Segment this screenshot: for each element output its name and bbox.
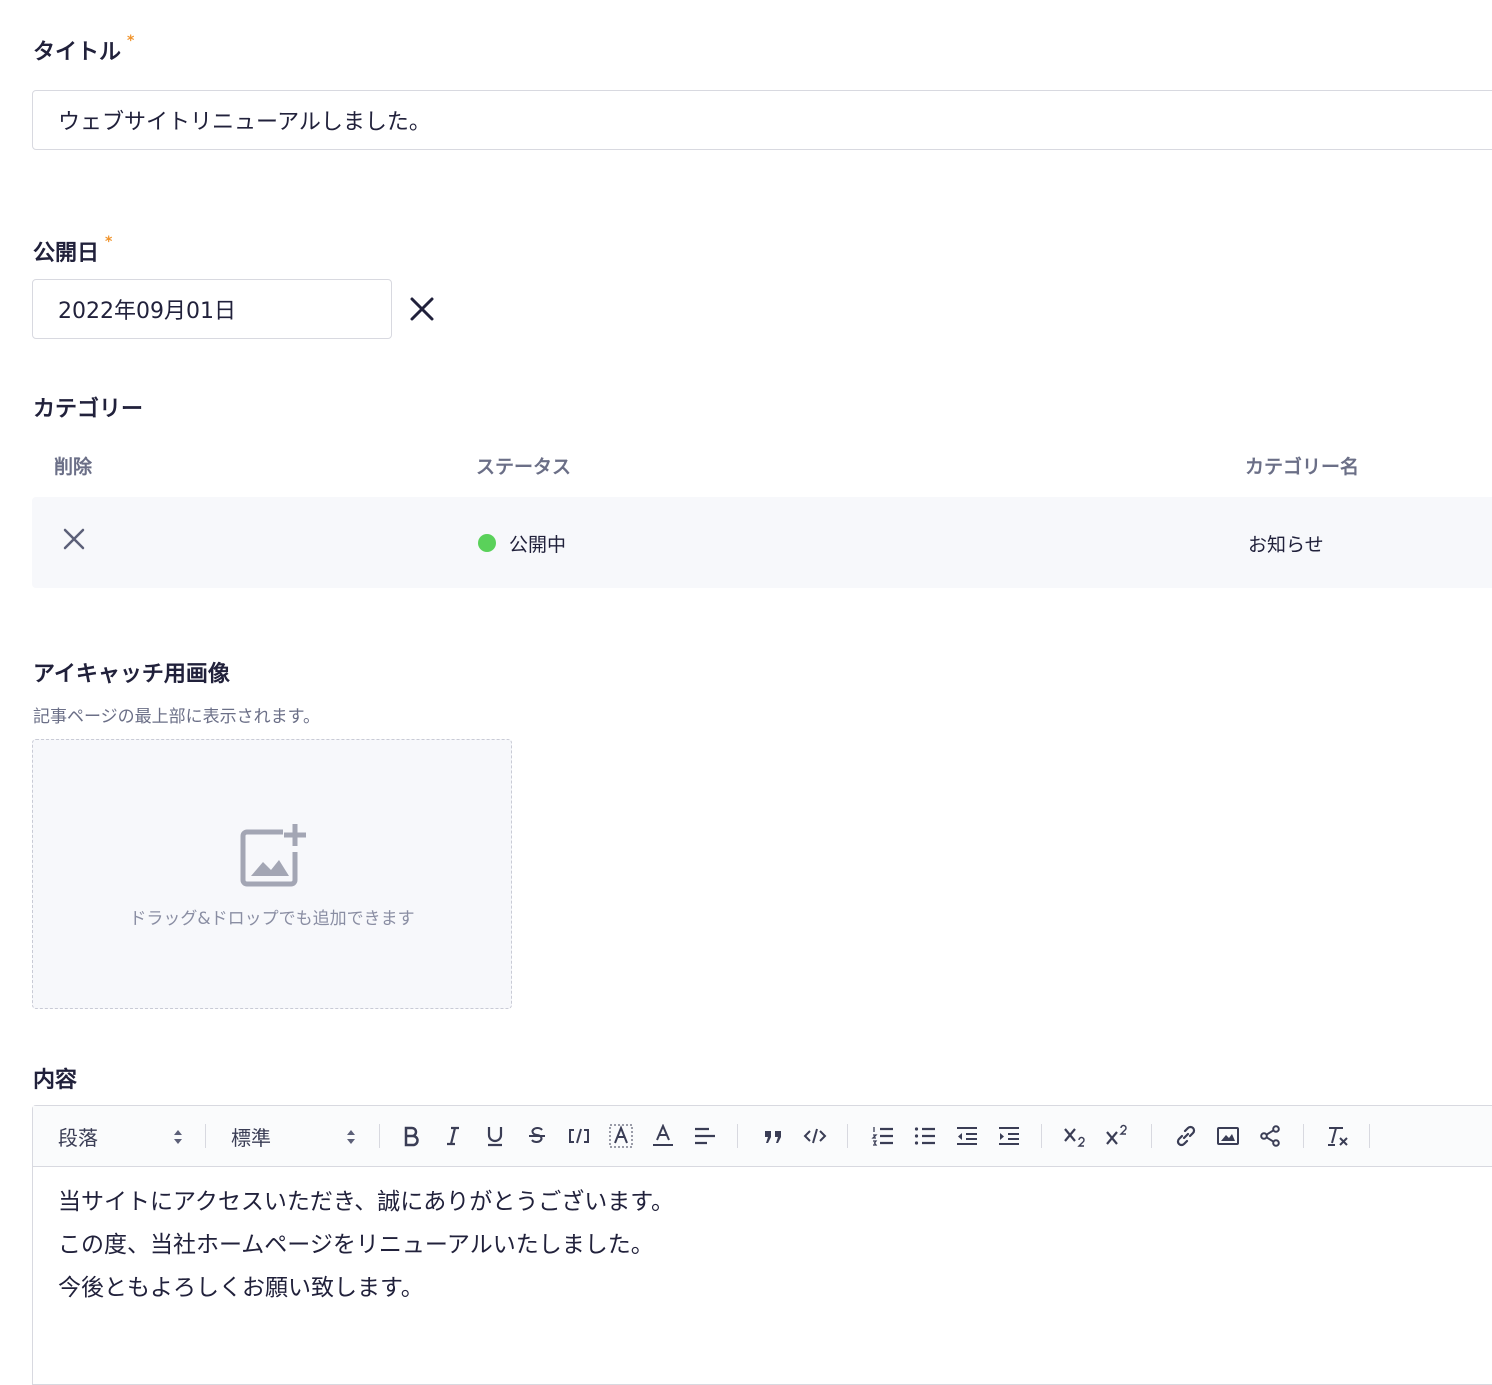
required-mark: * — [127, 33, 135, 49]
link-button[interactable] — [1170, 1120, 1202, 1152]
table-row: 公開中 お知らせ — [32, 497, 1492, 588]
toolbar-divider — [379, 1124, 380, 1148]
content-label: 内容 — [33, 1062, 77, 1094]
bold-icon — [404, 1126, 419, 1147]
toolbar-divider — [1041, 1124, 1042, 1148]
toolbar-divider — [847, 1124, 848, 1148]
italic-button[interactable] — [437, 1120, 469, 1152]
indent-button[interactable] — [993, 1120, 1025, 1152]
column-header-delete: 削除 — [54, 456, 93, 478]
dropzone-text: ドラッグ&ドロップでも追加できます — [129, 909, 415, 929]
title-label: タイトル * — [33, 34, 134, 66]
title-label-text: タイトル — [33, 40, 122, 65]
eyecatch-description: 記事ページの最上部に表示されます。 — [33, 707, 320, 727]
block-format-select[interactable]: 段落 — [58, 1122, 98, 1151]
align-left-icon — [695, 1127, 715, 1145]
close-icon — [63, 528, 85, 550]
bullet-list-button[interactable] — [909, 1120, 941, 1152]
align-button[interactable] — [689, 1120, 721, 1152]
toolbar-divider — [1303, 1124, 1304, 1148]
font-size-select[interactable]: 標準 — [231, 1122, 271, 1151]
select-arrows-icon — [174, 1130, 182, 1144]
editor-toolbar: 段落 標準 — [33, 1106, 1492, 1167]
category-label-text: カテゴリー — [33, 397, 144, 422]
toolbar-divider — [205, 1124, 206, 1148]
inline-code-icon — [569, 1128, 589, 1144]
text-color-button[interactable] — [647, 1120, 679, 1152]
outdent-icon — [957, 1127, 977, 1145]
inline-code-button[interactable] — [563, 1120, 595, 1152]
underline-button[interactable] — [479, 1120, 511, 1152]
toolbar-divider — [737, 1124, 738, 1148]
editor-content[interactable]: 当サイトにアクセスいただき、誠にありがとうございます。 この度、当社ホームページ… — [58, 1181, 674, 1310]
clear-date-button[interactable] — [408, 295, 436, 327]
underline-icon — [487, 1127, 503, 1147]
toolbar-divider — [1151, 1124, 1152, 1148]
content-line: 今後ともよろしくお願い致します。 — [58, 1275, 424, 1301]
publish-date-label-text: 公開日 — [33, 241, 100, 266]
rich-text-editor: 段落 標準 当サイトにアクセスいただき、誠にありがとうございます。 この度、当社… — [32, 1105, 1492, 1385]
link-icon — [1176, 1125, 1196, 1147]
bold-button[interactable] — [395, 1120, 427, 1152]
column-header-status: ステータス — [476, 456, 572, 478]
highlight-button[interactable] — [605, 1120, 637, 1152]
image-dropzone[interactable]: ドラッグ&ドロップでも追加できます — [32, 739, 512, 1009]
superscript-button[interactable] — [1101, 1120, 1133, 1152]
status-text: 公開中 — [509, 534, 567, 556]
title-input[interactable]: ウェブサイトリニューアルしました。 — [32, 90, 1492, 150]
strikethrough-button[interactable] — [521, 1120, 553, 1152]
title-input-value: ウェブサイトリニューアルしました。 — [58, 110, 431, 135]
toolbar-divider — [1369, 1124, 1370, 1148]
strikethrough-icon — [529, 1127, 545, 1143]
share-icon — [1260, 1125, 1280, 1147]
required-mark: * — [105, 234, 113, 250]
publish-date-input[interactable]: 2022年09月01日 — [32, 279, 392, 339]
category-name: お知らせ — [1248, 534, 1324, 556]
category-label: カテゴリー — [33, 391, 143, 423]
eyecatch-label: アイキャッチ用画像 — [33, 656, 230, 688]
subscript-button[interactable] — [1059, 1120, 1091, 1152]
clear-format-icon — [1328, 1127, 1348, 1146]
content-line: この度、当社ホームページをリニューアルいたしました。 — [58, 1232, 654, 1258]
image-button[interactable] — [1212, 1120, 1244, 1152]
publish-date-value: 2022年09月01日 — [58, 299, 236, 324]
quote-icon — [765, 1131, 781, 1143]
publish-date-label: 公開日 * — [33, 235, 112, 267]
content-label-text: 内容 — [33, 1068, 78, 1093]
subscript-icon — [1064, 1128, 1085, 1147]
text-color-icon — [653, 1124, 673, 1146]
bullet-list-icon — [914, 1127, 935, 1145]
status-dot — [478, 534, 496, 552]
embed-button[interactable] — [1254, 1120, 1286, 1152]
code-icon — [803, 1128, 827, 1144]
indent-icon — [999, 1127, 1019, 1145]
select-arrows-icon — [347, 1130, 355, 1144]
ordered-list-icon — [871, 1127, 893, 1146]
highlight-icon — [609, 1124, 633, 1148]
blockquote-button[interactable] — [757, 1120, 789, 1152]
close-icon — [410, 297, 434, 321]
ordered-list-button[interactable] — [867, 1120, 899, 1152]
eyecatch-label-text: アイキャッチ用画像 — [33, 662, 230, 687]
superscript-icon — [1106, 1124, 1127, 1145]
image-icon — [1217, 1127, 1239, 1145]
add-image-icon — [240, 824, 306, 887]
column-header-category-name: カテゴリー名 — [1245, 456, 1360, 478]
outdent-button[interactable] — [951, 1120, 983, 1152]
content-line: 当サイトにアクセスいただき、誠にありがとうございます。 — [58, 1189, 674, 1215]
delete-row-button[interactable] — [62, 527, 86, 555]
code-block-button[interactable] — [799, 1120, 831, 1152]
clear-format-button[interactable] — [1322, 1120, 1354, 1152]
italic-icon — [447, 1126, 459, 1146]
